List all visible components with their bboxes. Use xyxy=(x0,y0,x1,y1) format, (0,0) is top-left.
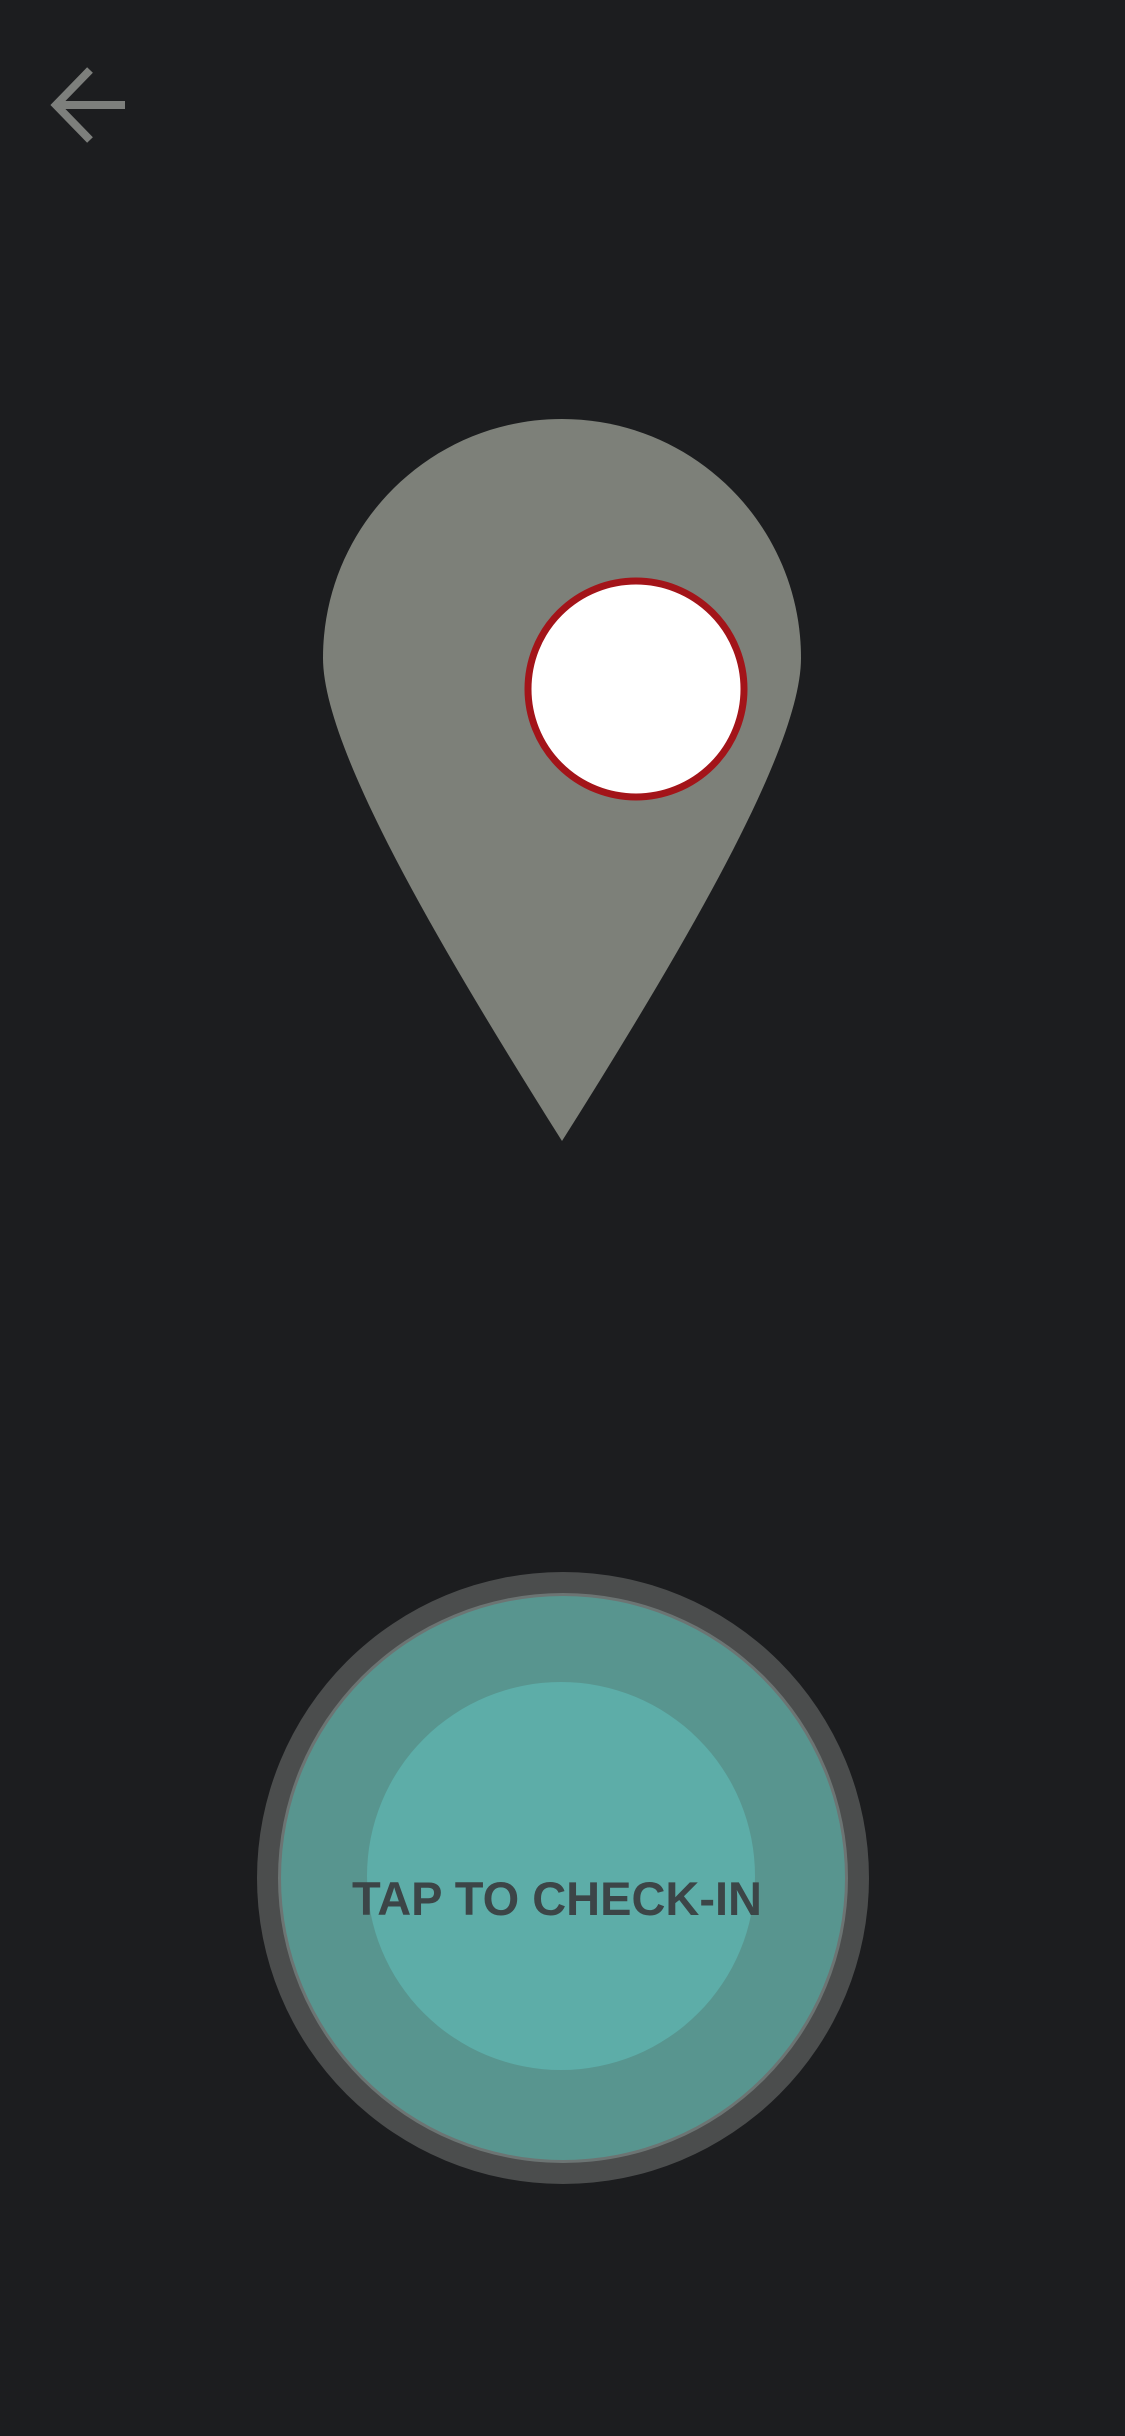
map-pin-icon xyxy=(323,419,801,1141)
pin-body xyxy=(323,419,801,1141)
checkin-screen: TAP TO CHECK-IN xyxy=(0,0,1125,2436)
back-button[interactable] xyxy=(40,55,140,155)
check-in-label: TAP TO CHECK-IN xyxy=(352,1872,762,1925)
check-in-button[interactable]: TAP TO CHECK-IN xyxy=(257,1572,869,2184)
location-dot xyxy=(524,577,748,801)
arrow-left-icon xyxy=(50,67,125,143)
